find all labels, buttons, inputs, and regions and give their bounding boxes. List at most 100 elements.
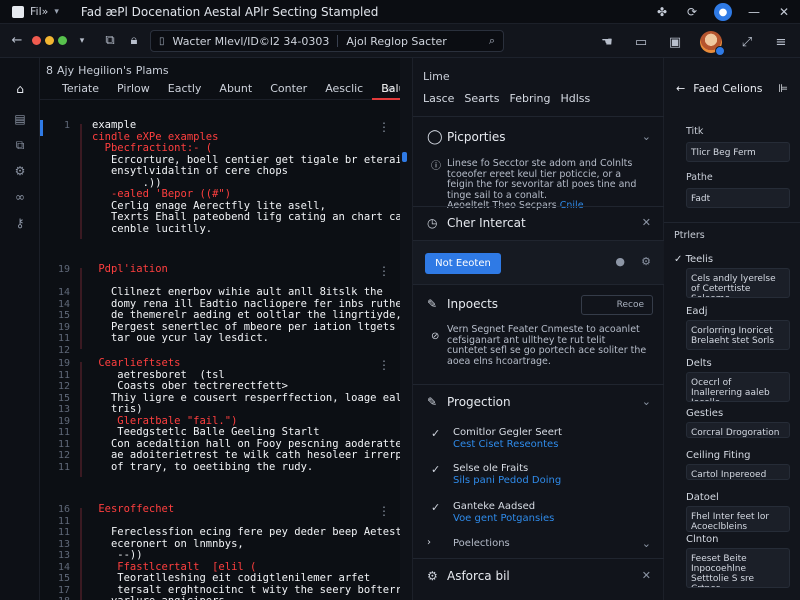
more-icon[interactable]: ≡	[772, 35, 790, 50]
settings-icon[interactable]: ⚙	[12, 164, 28, 180]
code-line[interactable]: ensytlvidaltin of cere chops	[92, 165, 288, 178]
home-icon[interactable]: ⌂	[12, 82, 28, 98]
settings-icon[interactable]: ✤	[654, 4, 670, 20]
minimize-icon[interactable]: —	[746, 4, 762, 20]
back-arrow-icon[interactable]: ←	[8, 33, 26, 48]
breadcrumb-item[interactable]: Plams	[136, 64, 169, 77]
code-line[interactable]: Pdpl'iation	[92, 263, 168, 276]
breadcrumb-item[interactable]: Ajy	[57, 64, 74, 77]
code-line[interactable]: Eesroffechet	[92, 503, 174, 516]
code-line[interactable]: cenble lucitlly.	[92, 223, 212, 236]
avatar[interactable]	[700, 31, 725, 56]
chevron-down-icon[interactable]: ⌄	[642, 537, 651, 550]
code-line[interactable]: Texrts Ehall pateobend lifg cating an ch…	[92, 211, 400, 224]
settings-icon[interactable]: ⚙	[641, 255, 651, 268]
detail-field[interactable]: Ocecrl of Inallerering aaleb Iecelle	[686, 372, 790, 402]
breadcrumb-item[interactable]: Hegilion's	[78, 64, 132, 77]
title-field[interactable]: Tlicr Beg Ferm	[686, 142, 790, 162]
code-line[interactable]: ae adoiterietrest te wilk cath hesoleer …	[92, 449, 400, 462]
detail-field[interactable]: Corlorring Inoricet Brelaeht stet Sorls	[686, 320, 790, 350]
detail-field[interactable]: Feeset Beite Inpocoehlne Setttolie S sre…	[686, 548, 790, 588]
detail-field[interactable]: Corcral Drogoration	[686, 422, 790, 438]
more-vertical-icon[interactable]: ⋮	[378, 504, 390, 518]
code-line[interactable]: Pbecfractiont:- (	[92, 142, 212, 155]
tab-lasce[interactable]: Lasce	[423, 92, 454, 105]
scrollbar[interactable]	[402, 152, 407, 162]
more-vertical-icon[interactable]: ⋮	[378, 358, 390, 372]
title-bar: Fil» ▾ Fad æPl Docenation Aestal APlr Se…	[0, 0, 800, 24]
tab-eactly[interactable]: Eactly	[159, 78, 211, 100]
section-title[interactable]: Picporties	[447, 130, 505, 144]
detail-field[interactable]: Cartol Inpereoed	[686, 464, 790, 480]
search-icon[interactable]: ⌕	[387, 81, 394, 96]
tab-pirlow[interactable]: Pirlow	[108, 78, 159, 100]
section-title[interactable]: Asforca bil	[447, 569, 510, 583]
tab-hdlss[interactable]: Hdlss	[561, 92, 591, 105]
chevron-down-icon[interactable]: ▾	[73, 36, 91, 46]
tab-conter[interactable]: Conter	[261, 78, 316, 100]
expand-icon[interactable]: ⤢	[738, 35, 756, 50]
tab-aesclic[interactable]: Aesclic	[316, 78, 372, 100]
tab-teriate[interactable]: Teriate	[40, 78, 108, 100]
clock-icon: ◷	[427, 216, 438, 230]
item-link[interactable]: Voe gent Potgansies	[453, 513, 554, 524]
tab-searts[interactable]: Searts	[464, 92, 499, 105]
user-icon[interactable]: ●	[615, 255, 625, 268]
code-line[interactable]: -ealed 'Bepor ((#")	[92, 188, 231, 201]
code-line[interactable]: tar oue ycur lay lesdict.	[92, 332, 269, 345]
breadcrumb-item[interactable]: 8	[46, 64, 53, 77]
folder-icon[interactable]: ▭	[632, 35, 650, 50]
close-dot-icon[interactable]	[32, 36, 41, 45]
code-line[interactable]: Fereclessfion ecing fere pey deder beep …	[92, 526, 400, 539]
files-icon[interactable]: ▤	[12, 112, 28, 128]
chevron-down-icon[interactable]: ⌄	[642, 395, 651, 408]
close-icon[interactable]: ✕	[776, 4, 792, 20]
account-icon[interactable]: ●	[714, 3, 732, 21]
code-line[interactable]: of trary, to oeetibing the rudy.	[92, 461, 313, 474]
hand-icon[interactable]: ☚	[598, 35, 616, 50]
close-icon[interactable]: ✕	[642, 569, 651, 582]
detail-field[interactable]: Cels andly lyerelse of Ceterttiste Seleo…	[686, 268, 790, 298]
code-line[interactable]: Clilnezt enerbov wihie ault anll 8itslk …	[92, 286, 383, 299]
item-link[interactable]: Sils pani Pedod Doing	[453, 475, 561, 486]
detail-field[interactable]: Fhel Inter feet lor Acoeclbleins	[686, 506, 790, 532]
code-line[interactable]: Teedgstetlc Balle Geeling Starlt	[92, 426, 319, 439]
search-icon[interactable]: ⌕	[489, 34, 495, 48]
link-icon[interactable]: ∞	[12, 190, 28, 206]
chevron-down-icon[interactable]: ⌄	[642, 130, 651, 143]
projection-footer[interactable]: Poelections	[453, 538, 653, 550]
address-bar[interactable]: ▯ Wacter Mlevl/ID©l2 34-0303 Ajol Reglop…	[150, 30, 504, 52]
tab-balu[interactable]: Balu	[372, 78, 400, 100]
code-line[interactable]: tris)	[92, 403, 143, 416]
item-link[interactable]: Cest Ciset Reseontes	[453, 439, 558, 450]
extensions-icon[interactable]: ⧉	[12, 138, 28, 154]
close-icon[interactable]: ✕	[642, 216, 651, 229]
tab-febring[interactable]: Febring	[509, 92, 550, 105]
lock-icon[interactable]: 🔒︎	[125, 33, 143, 48]
section-title[interactable]: Inpoects	[447, 297, 498, 311]
tab-abunt[interactable]: Abunt	[210, 78, 261, 100]
minimize-dot-icon[interactable]	[45, 36, 54, 45]
path-field[interactable]: Fadt	[686, 188, 790, 208]
copy-icon[interactable]: ⧉	[101, 33, 119, 48]
code-line[interactable]: de themerelr aeding et ooltlar the lingr…	[92, 309, 400, 322]
recoe-button[interactable]: Recoe	[581, 295, 653, 315]
sync-icon[interactable]: ⟳	[684, 4, 700, 20]
back-arrow-icon[interactable]: ←	[676, 82, 685, 95]
section-title[interactable]: Progection	[447, 395, 511, 409]
code-line[interactable]: Coasts ober tectrerectfett>	[92, 380, 288, 393]
key-icon[interactable]: ⚷	[12, 216, 28, 232]
more-vertical-icon[interactable]: ⋮	[378, 264, 390, 278]
code-line[interactable]: varlure angicipers.	[92, 595, 231, 600]
primary-button[interactable]: Not Eeoten	[425, 253, 501, 274]
section-title[interactable]: Cher Intercat	[447, 216, 526, 230]
app-menu[interactable]: Fil» ▾	[12, 5, 59, 18]
code-line[interactable]: --))	[92, 549, 142, 562]
maximize-dot-icon[interactable]	[58, 36, 67, 45]
pin-icon[interactable]: ⊫	[778, 82, 788, 95]
code-line[interactable]: Teoratlleshing eit codigtlenilemer arfet	[92, 572, 370, 585]
code-line[interactable]: Cearlieftsets	[92, 357, 180, 370]
window-icon[interactable]: ▣	[666, 35, 684, 50]
code-line[interactable]: example	[92, 119, 136, 132]
more-vertical-icon[interactable]: ⋮	[378, 120, 390, 134]
